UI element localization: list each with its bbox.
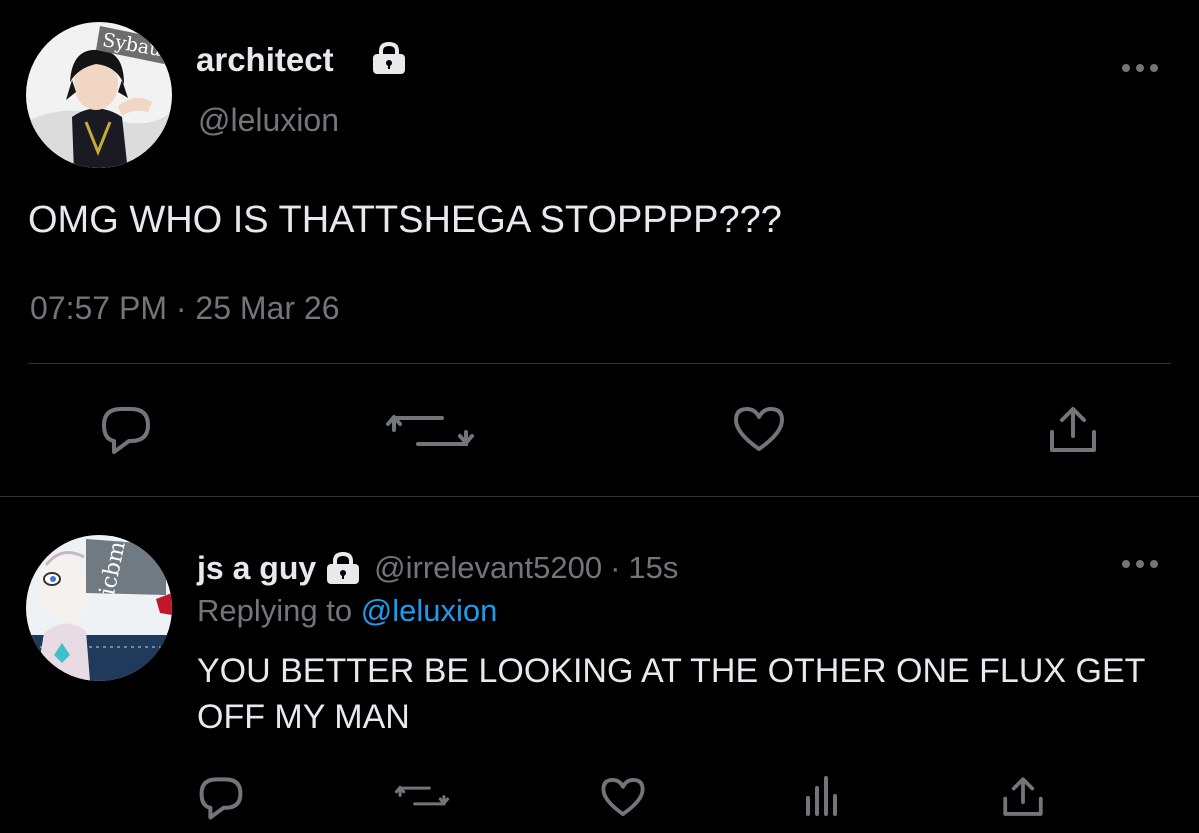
tweet-thread-page: Sybau architect @leluxion OMG WHO IS THA…: [0, 0, 1199, 833]
meta-separator: ·: [610, 550, 621, 585]
like-icon[interactable]: [732, 405, 786, 453]
reply-tweet-handle[interactable]: @irrelevant5200: [374, 550, 602, 586]
lock-icon: [373, 41, 405, 74]
main-tweet-divider: [28, 363, 1171, 364]
reply-icon[interactable]: [196, 775, 246, 821]
replying-to-label: Replying to: [197, 593, 353, 628]
reply-tweet-text: YOU BETTER BE LOOKING AT THE OTHER ONE F…: [197, 652, 1145, 736]
reply-tweet-avatar[interactable]: icbmfe: [26, 535, 172, 681]
reply-icon[interactable]: [98, 404, 154, 456]
reply-tweet-display-name[interactable]: js a guy: [197, 550, 316, 587]
share-icon[interactable]: [1046, 404, 1100, 456]
retweet-icon[interactable]: [394, 778, 450, 814]
reply-tweet-header: js a guy @irrelevant5200 · 15s: [197, 546, 678, 590]
retweet-icon[interactable]: [384, 406, 476, 456]
main-tweet-text: OMG WHO IS THATTSHEGA STOPPPP???: [28, 199, 782, 241]
main-tweet-timestamp[interactable]: 07:57 PM · 25 Mar 26: [30, 288, 339, 328]
main-tweet: Sybau architect @leluxion OMG WHO IS THA…: [0, 0, 1199, 497]
reply-tweet-time[interactable]: 15s: [628, 550, 678, 586]
lock-icon: [327, 551, 360, 584]
main-tweet-avatar[interactable]: Sybau: [26, 22, 172, 168]
like-icon[interactable]: [600, 776, 646, 818]
share-icon[interactable]: [1000, 775, 1046, 819]
main-tweet-handle[interactable]: @leluxion: [198, 100, 339, 140]
thread-divider: [0, 496, 1199, 497]
more-options-icon[interactable]: [1120, 62, 1160, 74]
replying-to-line: Replying to @leluxion: [197, 590, 497, 632]
more-options-icon[interactable]: [1120, 558, 1160, 570]
main-tweet-display-name[interactable]: architect: [196, 40, 334, 80]
replying-to-mention[interactable]: @leluxion: [361, 593, 498, 628]
analytics-icon[interactable]: [804, 774, 840, 818]
